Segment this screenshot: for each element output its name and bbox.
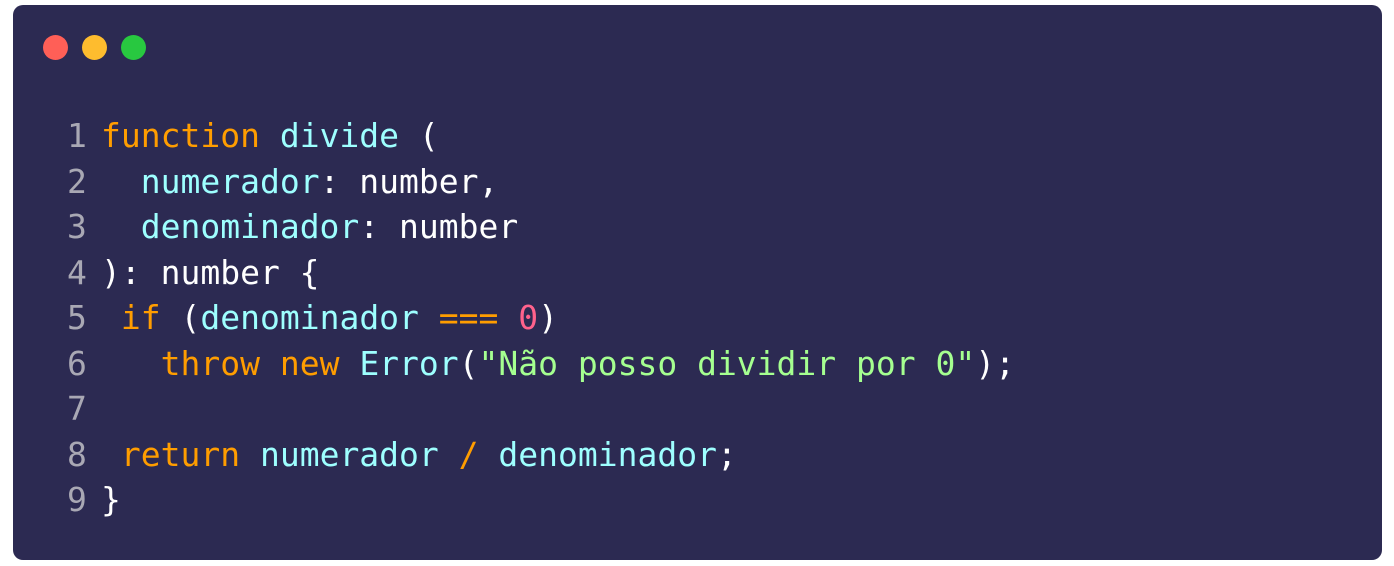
code-token-identifier: denominador: [140, 207, 360, 246]
code-line: 9}: [67, 477, 1015, 523]
line-source: denominador: number: [101, 207, 519, 246]
code-token-plain: ): [538, 298, 559, 337]
line-source: }: [101, 480, 121, 519]
line-source: return numerador / denominador;: [101, 435, 737, 474]
code-token-identifier: Error: [359, 343, 459, 383]
code-block: 1 function divide (2 numerador: number, 3 …: [67, 113, 1015, 523]
code-token-keyword: /: [458, 434, 479, 474]
code-token-keyword: throw: [160, 343, 260, 383]
line-number: 8: [67, 434, 87, 474]
line-source: if (denominador === 0): [101, 298, 558, 337]
code-token-identifier: divide: [279, 116, 400, 155]
maximize-dot-icon[interactable]: [121, 35, 146, 60]
code-token-plain: );: [975, 343, 1015, 383]
line-number: 3: [67, 207, 87, 246]
code-token-keyword: return: [120, 434, 241, 474]
code-token-plain: (: [458, 343, 479, 383]
code-token-keyword: new: [279, 343, 340, 383]
code-token-keyword: ===: [438, 298, 499, 337]
code-token-string: "Não posso dividir por 0": [478, 343, 976, 383]
line-number: 2: [67, 161, 87, 201]
code-token-identifier: numerador: [140, 161, 320, 201]
code-line: 5 if (denominador === 0): [67, 295, 1015, 341]
code-token-number: 0: [518, 298, 539, 337]
line-number: 6: [67, 343, 87, 383]
code-token-plain: (: [399, 116, 439, 155]
code-line: 4 ): number {: [67, 250, 1015, 296]
line-number: 4: [67, 252, 87, 292]
code-line: 1 function divide (: [67, 113, 1015, 159]
line-source: throw new Error("Não posso dividir por 0…: [101, 344, 1015, 383]
minimize-dot-icon[interactable]: [82, 35, 107, 60]
code-token-identifier: numerador: [259, 434, 439, 474]
line-source: numerador: number,: [101, 161, 499, 201]
code-token-keyword: if: [120, 298, 161, 337]
code-line: 7: [67, 386, 1015, 432]
close-dot-icon[interactable]: [43, 35, 68, 60]
code-token-plain: : number: [359, 207, 519, 246]
code-token-plain: ): number {: [101, 252, 320, 292]
code-token-keyword: function: [101, 116, 260, 155]
line-number: 1: [67, 116, 87, 155]
line-source: ): number {: [101, 253, 320, 292]
code-token-identifier: denominador: [498, 434, 717, 474]
line-number: 5: [67, 298, 87, 337]
code-token-plain: : number,: [319, 161, 499, 201]
line-number: 7: [67, 389, 87, 428]
code-line: 3 denominador: number: [67, 204, 1015, 250]
window-controls: [43, 35, 146, 60]
code-line: 2 numerador: number,: [67, 159, 1015, 205]
code-token-plain: ;: [716, 434, 737, 474]
code-token-plain: (: [160, 298, 201, 337]
code-line: 6 throw new Error("Não posso dividir por…: [67, 341, 1015, 387]
code-window: 1 function divide (2 numerador: number, 3 …: [13, 5, 1382, 560]
code-token-identifier: denominador: [200, 298, 419, 337]
line-number: 9: [67, 480, 87, 519]
line-source: function divide (: [101, 116, 439, 155]
code-token-plain: }: [101, 480, 121, 519]
code-line: 8 return numerador / denominador;: [67, 432, 1015, 478]
